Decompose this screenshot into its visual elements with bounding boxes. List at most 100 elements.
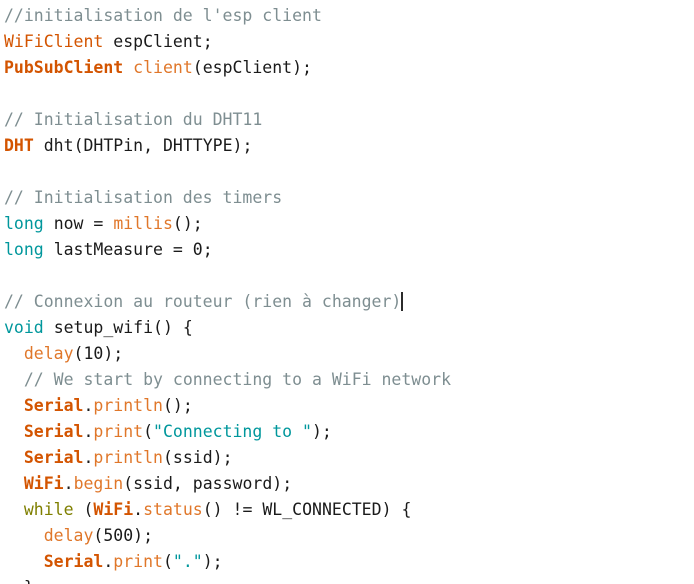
punctuation: ); [272, 474, 293, 493]
class-token: DHT [4, 136, 34, 155]
code-line-blank[interactable] [0, 159, 694, 185]
argument-token: DHTTYPE [162, 136, 233, 155]
variable-token: lastMeasure [53, 240, 163, 259]
function-token: delay [23, 344, 74, 363]
punctuation: . [103, 552, 114, 571]
keyword-token: void [4, 318, 44, 337]
punctuation: ); [103, 344, 124, 363]
constant-token: WL_CONNECTED [262, 500, 382, 519]
method-token: println [93, 396, 163, 415]
code-line[interactable]: // We start by connecting to a WiFi netw… [0, 367, 694, 393]
code-line[interactable]: delay(500); [0, 523, 694, 549]
function-token: millis [113, 214, 173, 233]
punctuation: ); [202, 552, 223, 571]
comment-token: // We start by connecting to a WiFi netw… [23, 370, 452, 389]
class-token: WiFiClient [4, 32, 104, 51]
code-line[interactable]: PubSubClient client(espClient); [0, 55, 694, 81]
string-token: "." [172, 552, 203, 571]
punctuation: ( [162, 552, 173, 571]
punctuation: . [83, 422, 94, 441]
method-token: print [113, 552, 163, 571]
arduino-code-editor[interactable]: //initialisation de l'esp client WiFiCli… [0, 0, 694, 584]
argument-token: password [192, 474, 273, 493]
operator: = [162, 240, 193, 259]
punctuation: ); [133, 526, 154, 545]
object-token: Serial [23, 422, 84, 441]
punctuation: (); [172, 214, 203, 233]
code-line-blank[interactable] [0, 263, 694, 289]
variable-token: dht [43, 136, 74, 155]
control-keyword-token: while [23, 500, 74, 519]
punctuation: ); [212, 448, 233, 467]
punctuation: ( [73, 500, 94, 519]
comment-token: // Connexion au routeur (rien à changer) [4, 292, 402, 311]
punctuation: ); [311, 422, 332, 441]
code-line[interactable]: // Connexion au routeur (rien à changer) [0, 289, 694, 315]
code-line[interactable]: DHT dht(DHTPin, DHTTYPE); [0, 133, 694, 159]
code-line[interactable]: // Initialisation des timers [0, 185, 694, 211]
punctuation: () [153, 318, 183, 337]
comment-token: //initialisation de l'esp client [4, 6, 322, 25]
code-line[interactable]: WiFiClient espClient; [0, 29, 694, 55]
number-token: 10 [83, 344, 104, 363]
punctuation: ) [381, 500, 402, 519]
code-line[interactable]: long now = millis(); [0, 211, 694, 237]
code-line[interactable]: long lastMeasure = 0; [0, 237, 694, 263]
object-token: Serial [23, 448, 84, 467]
code-line[interactable]: Serial.println(); [0, 393, 694, 419]
argument-token: DHTPin [83, 136, 144, 155]
brace: } [24, 578, 34, 584]
code-line[interactable]: while (WiFi.status() != WL_CONNECTED) { [0, 497, 694, 523]
code-line[interactable]: Serial.println(ssid); [0, 445, 694, 471]
punctuation: ( [123, 474, 134, 493]
object-token: Serial [43, 552, 104, 571]
variable-token: client [133, 58, 193, 77]
code-line[interactable]: // Initialisation du DHT11 [0, 107, 694, 133]
variable-token: espClient [113, 32, 203, 51]
code-text-area[interactable]: //initialisation de l'esp client WiFiCli… [0, 3, 694, 584]
function-token: delay [43, 526, 94, 545]
argument-token: ssid [133, 474, 173, 493]
class-token: PubSubClient [4, 58, 124, 77]
code-line[interactable]: void setup_wifi() { [0, 315, 694, 341]
method-token: status [143, 500, 203, 519]
punctuation: ( [143, 422, 154, 441]
text-caret [401, 292, 404, 311]
punctuation: . [133, 500, 144, 519]
punctuation: ); [292, 58, 312, 77]
code-line-clipped[interactable]: } [0, 575, 694, 584]
brace: { [182, 318, 193, 337]
code-line[interactable]: Serial.print("."); [0, 549, 694, 575]
operator: != [232, 500, 253, 519]
punctuation: . [83, 448, 94, 467]
object-token: Serial [23, 396, 84, 415]
comment-token: // Initialisation des timers [4, 188, 283, 207]
code-line[interactable]: delay(10); [0, 341, 694, 367]
punctuation: . [83, 396, 94, 415]
object-token: WiFi [93, 500, 134, 519]
method-token: println [93, 448, 163, 467]
keyword-token: long [4, 240, 44, 259]
code-line[interactable]: Serial.print("Connecting to "); [0, 419, 694, 445]
code-line[interactable]: //initialisation de l'esp client [0, 3, 694, 29]
punctuation: ; [202, 32, 213, 51]
operator: = [83, 214, 114, 233]
variable-token: now [53, 214, 84, 233]
argument-token: espClient [202, 58, 293, 77]
code-line-blank[interactable] [0, 81, 694, 107]
string-token: "Connecting to " [153, 422, 312, 441]
comment-token: // Initialisation du DHT11 [4, 110, 263, 129]
code-line[interactable]: WiFi.begin(ssid, password); [0, 471, 694, 497]
punctuation: (); [162, 396, 193, 415]
